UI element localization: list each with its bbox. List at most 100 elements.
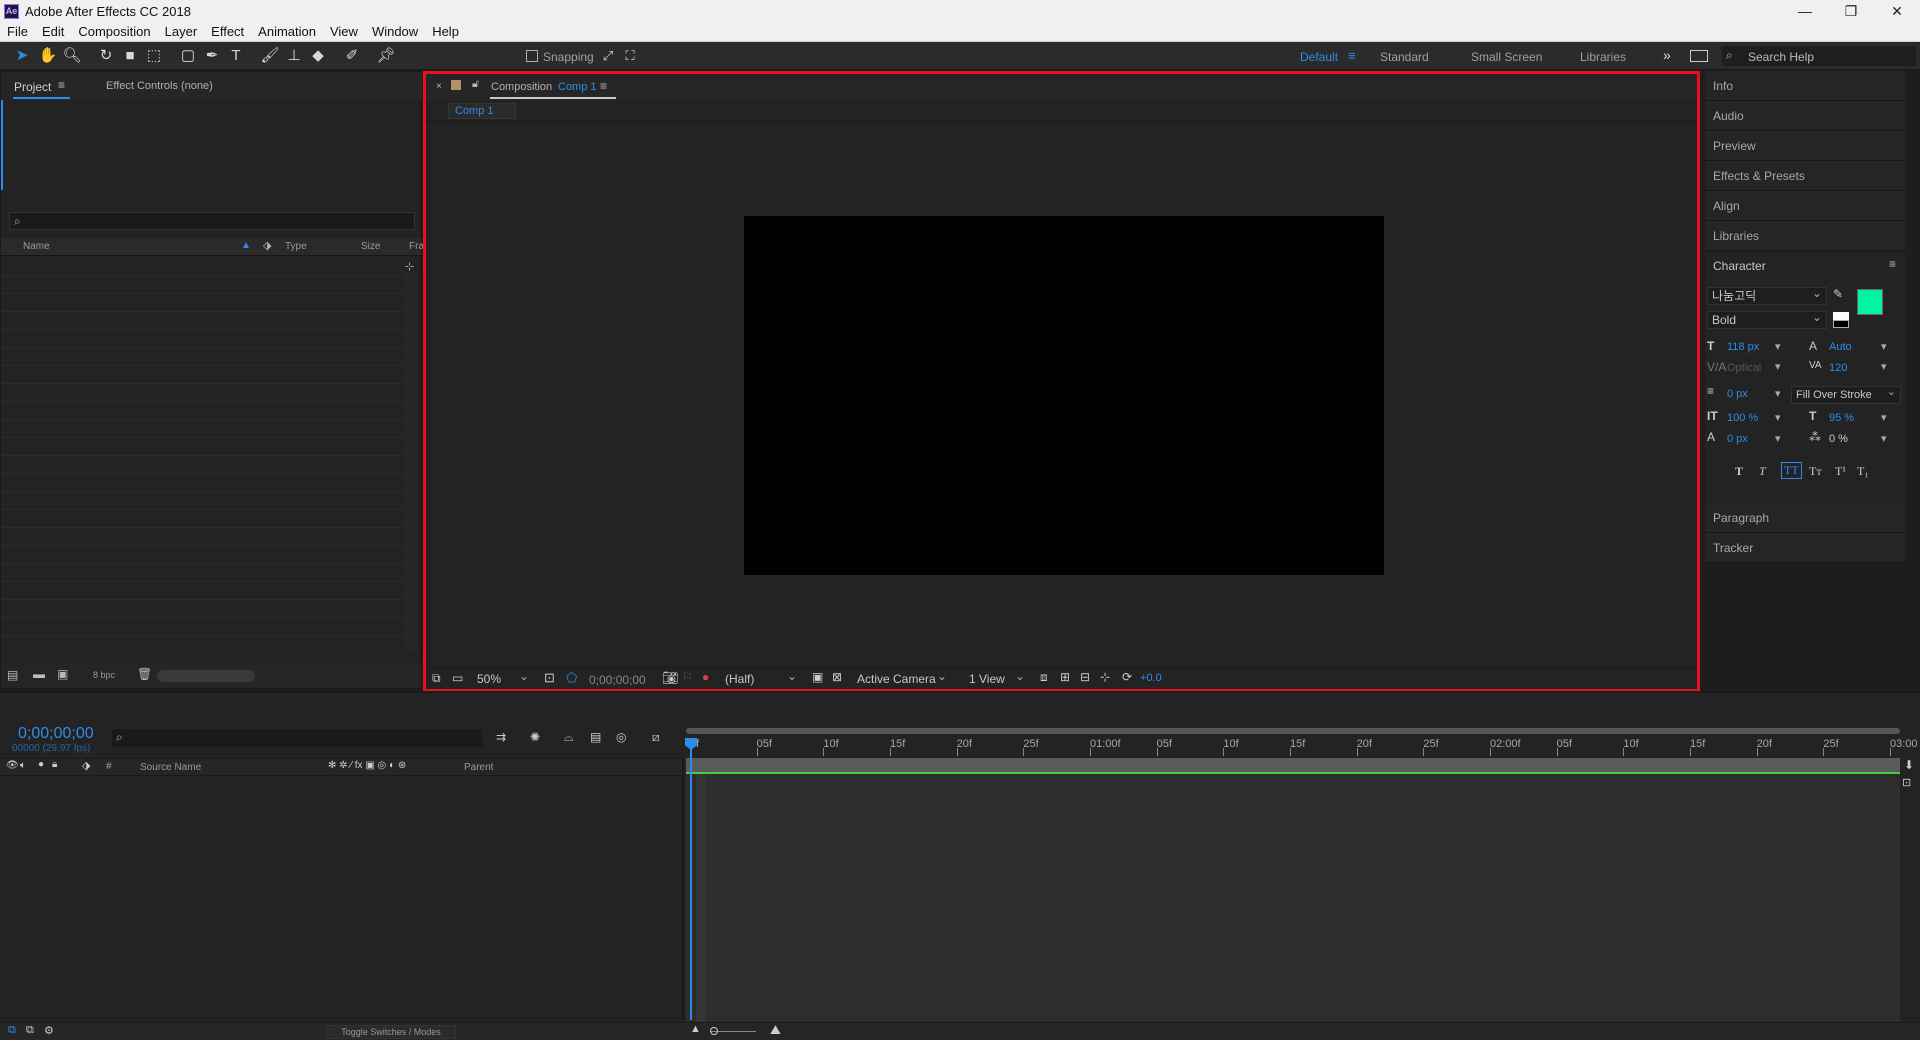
fit-frame-icon[interactable]: ⊡ — [544, 670, 555, 686]
show-snapshot-icon[interactable]: ⚐ — [682, 670, 693, 684]
baseline-shift-value[interactable]: 0 px — [1727, 433, 1748, 445]
solo-icon[interactable]: ● — [38, 759, 44, 770]
roto-brush-tool-icon[interactable]: ✐ — [342, 46, 362, 66]
channel-rgb-icon[interactable]: ● — [702, 670, 709, 684]
superscript-icon[interactable]: T¹ — [1835, 464, 1846, 479]
baseline-shift-dropdown-icon[interactable]: ▾ — [1775, 432, 1781, 445]
audio-icon[interactable]: 🔈︎ — [20, 760, 26, 771]
timeline-current-time[interactable]: 0;00;00;00 — [18, 725, 94, 743]
region-of-interest-icon[interactable]: ▣ — [812, 670, 823, 684]
panel-libraries[interactable]: Libraries — [1705, 221, 1905, 251]
draft-3d-icon[interactable]: ✺ — [530, 730, 540, 744]
timeline-zoom-handle[interactable] — [710, 1027, 718, 1035]
eyedropper-icon[interactable]: ✎ — [1833, 287, 1843, 301]
comp-viewer-canvas[interactable] — [744, 216, 1384, 575]
label-column-icon[interactable]: ⬗ — [82, 759, 90, 772]
eraser-tool-icon[interactable]: ◆ — [308, 46, 328, 66]
transfer-controls-pane-icon[interactable]: ⧉ — [26, 1024, 34, 1037]
always-preview-icon[interactable]: ⧉ — [432, 671, 441, 686]
leading-value[interactable]: Auto — [1829, 341, 1852, 353]
zoom-out-icon[interactable]: ▲ — [690, 1023, 701, 1035]
tab-project[interactable]: Project — [14, 80, 51, 94]
lock-column-icon[interactable]: 🔒︎ — [52, 759, 57, 770]
mask-visibility-icon[interactable]: ⬠ — [566, 670, 577, 686]
white-swatch[interactable] — [1833, 312, 1849, 320]
stroke-width-dropdown-icon[interactable]: ▾ — [1775, 387, 1781, 400]
layer-switches-pane-icon[interactable]: ⧉ — [8, 1024, 16, 1037]
panel-effects-presets[interactable]: Effects & Presets — [1705, 161, 1905, 191]
rectangle-tool-icon[interactable]: ▢ — [178, 46, 198, 66]
column-parent[interactable]: Parent — [464, 762, 493, 773]
comp-mini-flowchart-icon[interactable]: ⇉ — [496, 730, 506, 744]
timeline-graph-area[interactable] — [686, 774, 1900, 1022]
horizontal-scale-value[interactable]: 95 % — [1829, 412, 1854, 424]
vertical-scale-dropdown-icon[interactable]: ▾ — [1775, 411, 1781, 424]
workspace-overflow-icon[interactable]: » — [1663, 47, 1671, 63]
tracking-value[interactable]: 120 — [1829, 362, 1847, 374]
menu-composition[interactable]: Composition — [71, 24, 157, 39]
composition-panel-menu-icon[interactable]: ≡ — [600, 79, 607, 93]
horizontal-scale-dropdown-icon[interactable]: ▾ — [1881, 411, 1887, 424]
toggle-switches-modes-button[interactable]: Toggle Switches / Modes — [326, 1025, 456, 1039]
bpc-toggle[interactable]: 8 bpc — [93, 670, 115, 680]
fill-color-swatch[interactable] — [1857, 289, 1883, 315]
close-button[interactable]: ✕ — [1874, 0, 1920, 22]
type-tool-icon[interactable]: T — [226, 46, 246, 66]
column-source-name[interactable]: Source Name — [140, 762, 201, 773]
camera-tool-icon[interactable]: ■ — [120, 46, 140, 66]
character-panel-menu-icon[interactable]: ≡ — [1889, 257, 1896, 271]
minimize-button[interactable]: — — [1782, 0, 1828, 22]
close-tab-icon[interactable]: × — [436, 81, 442, 92]
vertical-scale-value[interactable]: 100 % — [1727, 412, 1758, 424]
new-composition-icon[interactable]: ▣ — [57, 667, 68, 681]
shy-layers-icon[interactable]: ⌓ — [564, 730, 574, 745]
workspace-standard[interactable]: Standard — [1380, 50, 1429, 64]
kerning-value[interactable]: Optical — [1727, 362, 1761, 374]
rotation-tool-icon[interactable]: ↻ — [96, 46, 116, 66]
column-frame-rate[interactable]: Fra — [409, 241, 424, 252]
menu-file[interactable]: File — [0, 24, 35, 39]
current-time-indicator[interactable] — [690, 738, 692, 1020]
sync-settings-icon[interactable] — [1690, 50, 1708, 62]
panel-align[interactable]: Align — [1705, 191, 1905, 221]
project-panel-menu-icon[interactable]: ≡ — [58, 78, 65, 92]
subscript-icon[interactable]: T₁ — [1857, 464, 1869, 479]
brush-tool-icon[interactable]: 🖌︎ — [260, 46, 280, 66]
kerning-dropdown-icon[interactable]: ▾ — [1775, 360, 1781, 373]
motion-blur-icon[interactable]: ◎ — [616, 730, 626, 744]
project-search-input[interactable]: ⌕ — [9, 212, 415, 230]
clone-stamp-tool-icon[interactable]: ⊥ — [284, 46, 304, 66]
menu-effect[interactable]: Effect — [204, 24, 251, 39]
menu-layer[interactable]: Layer — [158, 24, 205, 39]
font-style-dropdown[interactable]: Bold — [1707, 309, 1827, 329]
puppet-pin-tool-icon[interactable]: 📌︎ — [376, 46, 396, 66]
pan-behind-tool-icon[interactable]: ⬚ — [144, 46, 164, 66]
all-caps-icon[interactable]: TT — [1781, 462, 1802, 479]
comp-button-icon[interactable]: ⊡ — [1902, 776, 1911, 789]
workspace-small-screen[interactable]: Small Screen — [1471, 50, 1542, 64]
hand-tool-icon[interactable]: ✋ — [38, 46, 58, 66]
resolution-dropdown[interactable]: (Half) — [720, 668, 802, 688]
faux-italic-icon[interactable]: T — [1759, 464, 1766, 479]
frame-blending-icon[interactable]: ▤ — [590, 730, 601, 744]
column-size[interactable]: Size — [361, 241, 380, 252]
column-name[interactable]: Name — [23, 241, 50, 252]
toggle-pixel-aspect-icon[interactable]: ⧈ — [1040, 670, 1048, 685]
workspace-menu-icon[interactable]: ≡ — [1348, 48, 1356, 63]
time-ruler[interactable]: 0f05f10f15f20f25f01:00f05f10f15f20f25f02… — [686, 734, 1918, 756]
timeline-icon[interactable]: ⊟ — [1080, 670, 1090, 684]
leading-dropdown-icon[interactable]: ▾ — [1881, 340, 1887, 353]
pen-tool-icon[interactable]: ✒ — [202, 46, 222, 66]
workspace-libraries[interactable]: Libraries — [1580, 50, 1626, 64]
new-folder-icon[interactable]: ▬ — [33, 667, 45, 681]
tsume-dropdown-icon[interactable]: ▾ — [1881, 432, 1887, 445]
font-size-dropdown-icon[interactable]: ▾ — [1775, 340, 1781, 353]
panel-preview[interactable]: Preview — [1705, 131, 1905, 161]
tab-effect-controls[interactable]: Effect Controls (none) — [106, 80, 213, 92]
project-h-scrollbar[interactable] — [157, 670, 255, 682]
restore-button[interactable]: ❐ — [1828, 0, 1874, 22]
comp-flow-tab[interactable]: Comp 1 — [448, 103, 516, 119]
menu-edit[interactable]: Edit — [35, 24, 71, 39]
stroke-width-value[interactable]: 0 px — [1727, 388, 1748, 400]
view-layout-dropdown[interactable]: 1 View — [964, 668, 1030, 688]
